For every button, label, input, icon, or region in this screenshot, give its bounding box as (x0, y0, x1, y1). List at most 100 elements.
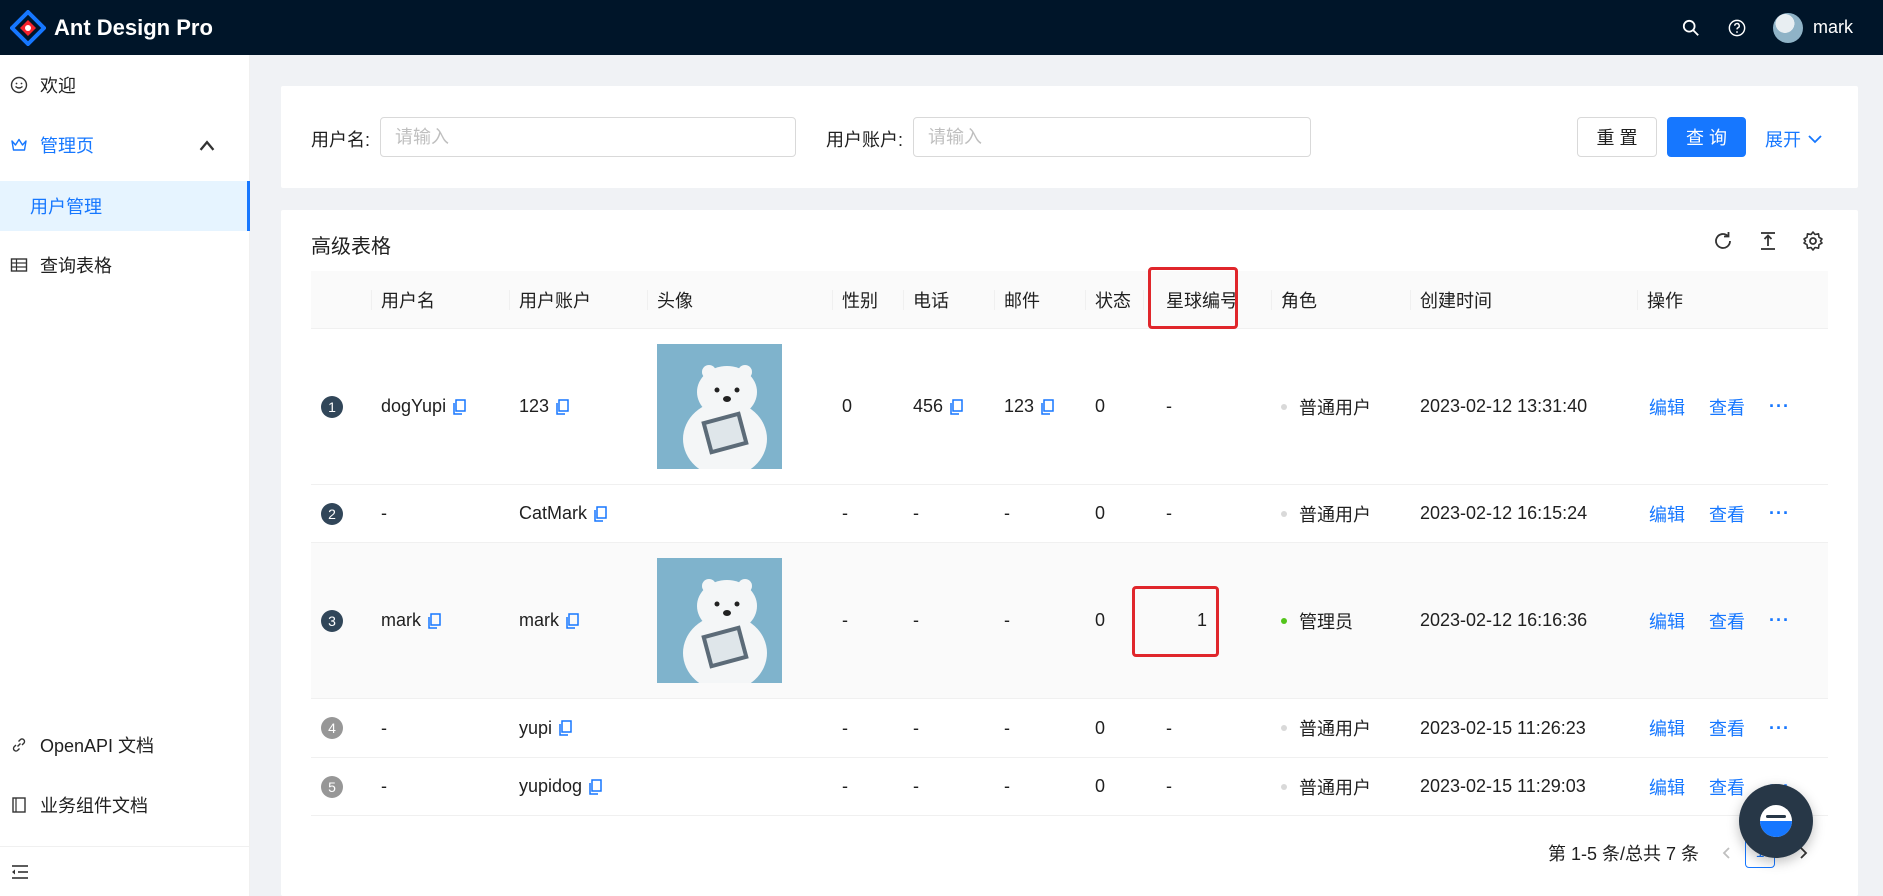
column-header[interactable]: 星球编号 (1166, 271, 1238, 329)
column-header[interactable]: 用户名 (381, 271, 435, 329)
avatar-image[interactable] (657, 344, 782, 469)
copy-icon[interactable] (427, 612, 441, 629)
view-link[interactable]: 查看 (1709, 501, 1745, 527)
sidebar-item-label: 欢迎 (40, 76, 76, 96)
sidebar-item-query-table[interactable]: 查询表格 (0, 241, 250, 289)
column-header[interactable]: 角色 (1281, 271, 1317, 329)
planet-code-cell: - (1166, 776, 1172, 796)
column-header[interactable]: 操作 (1647, 271, 1683, 329)
search-icon[interactable] (1671, 8, 1711, 48)
edit-link[interactable]: 编辑 (1649, 501, 1685, 527)
role-cell: 普通用户 (1299, 777, 1371, 798)
role-cell: 普通用户 (1299, 504, 1371, 525)
username-label: 用户名: (311, 130, 371, 150)
email-cell: 123 (1004, 396, 1035, 416)
copy-icon[interactable] (949, 398, 963, 415)
copy-icon[interactable] (1040, 398, 1054, 415)
smile-icon (10, 76, 28, 94)
assistant-icon (1760, 805, 1792, 837)
view-link[interactable]: 查看 (1709, 774, 1745, 800)
view-link[interactable]: 查看 (1709, 608, 1745, 634)
sidebar-collapse-button[interactable] (0, 846, 250, 896)
density-icon[interactable] (1755, 228, 1781, 254)
username-input[interactable] (380, 117, 796, 157)
sidebar-item-label: 管理页 (40, 136, 94, 156)
reload-icon[interactable] (1710, 228, 1736, 254)
edit-link[interactable]: 编辑 (1649, 394, 1685, 420)
logo[interactable]: Ant Design Pro (10, 9, 213, 46)
question-circle-icon[interactable] (1717, 8, 1757, 48)
copy-icon[interactable] (452, 398, 466, 415)
float-assistant-button[interactable] (1739, 784, 1813, 858)
pagination-total: 第 1-5 条/总共 7 条 (1548, 844, 1700, 864)
column-header[interactable]: 电话 (913, 271, 949, 329)
account-input[interactable] (913, 117, 1311, 157)
phone-cell: - (913, 717, 919, 738)
book-icon (12, 797, 26, 813)
table-card: 高级表格 用户名 用户账户 头像 性别 电话 邮件 状态 星球编号 角色 创建时… (281, 210, 1858, 896)
view-link[interactable]: 查看 (1709, 715, 1745, 741)
column-header[interactable]: 邮件 (1004, 271, 1040, 329)
copy-icon[interactable] (558, 720, 572, 736)
created-time-cell: 2023-02-12 16:16:36 (1420, 610, 1588, 630)
role-dot (1281, 403, 1287, 410)
user-menu[interactable]: mark (1773, 12, 1853, 43)
table-title: 高级表格 (311, 236, 391, 258)
setting-icon[interactable] (1800, 228, 1826, 254)
more-icon[interactable]: ··· (1769, 718, 1790, 739)
chevron-left-icon[interactable] (1719, 845, 1735, 861)
reset-button[interactable]: 重 置 (1577, 117, 1657, 157)
app-title: Ant Design Pro (54, 14, 213, 40)
table-row: 1 dogYupi 123 0 456 123 0 - 普通用户 2023-02… (311, 329, 1828, 485)
expand-label: 展开 (1765, 130, 1801, 150)
sidebar-item-welcome[interactable]: 欢迎 (0, 61, 250, 109)
copy-icon[interactable] (565, 612, 579, 629)
role-dot (1281, 617, 1287, 624)
edit-link[interactable]: 编辑 (1649, 774, 1685, 800)
top-header: Ant Design Pro mark (0, 0, 1883, 55)
sidebar-item-components-doc[interactable]: 业务组件文档 (0, 781, 250, 829)
user-name: mark (1813, 17, 1853, 37)
column-header[interactable]: 性别 (842, 271, 878, 329)
column-header[interactable]: 用户账户 (519, 271, 591, 329)
sidebar-item-openapi[interactable]: OpenAPI 文档 (0, 721, 250, 769)
column-header[interactable]: 头像 (657, 271, 693, 329)
edit-link[interactable]: 编辑 (1649, 715, 1685, 741)
username-cell: dogYupi (381, 396, 447, 416)
avatar-image[interactable] (657, 558, 782, 683)
crown-icon (11, 138, 27, 151)
row-index-badge: 2 (321, 502, 343, 525)
more-icon[interactable]: ··· (1769, 610, 1790, 631)
column-header[interactable]: 状态 (1095, 271, 1131, 329)
sidebar-item-admin[interactable]: 管理页 (0, 121, 250, 169)
sidebar-item-user-management[interactable]: 用户管理 (0, 181, 250, 231)
sidebar-item-label: 用户管理 (30, 197, 102, 217)
email-cell: - (1004, 776, 1010, 796)
created-time-cell: 2023-02-15 11:29:03 (1420, 776, 1586, 796)
phone-cell: - (913, 503, 919, 523)
more-icon[interactable]: ··· (1769, 503, 1790, 524)
status-cell: 0 (1095, 503, 1106, 523)
email-cell: - (1004, 503, 1010, 523)
planet-code-cell: - (1166, 717, 1172, 738)
account-cell: yupidog (519, 776, 583, 796)
account-label: 用户账户: (826, 130, 904, 150)
copy-icon[interactable] (588, 778, 602, 795)
link-icon (12, 738, 26, 752)
status-cell: 0 (1095, 717, 1106, 738)
copy-icon[interactable] (555, 398, 569, 415)
copy-icon[interactable] (593, 505, 607, 522)
view-link[interactable]: 查看 (1709, 394, 1745, 420)
edit-link[interactable]: 编辑 (1649, 608, 1685, 634)
phone-cell: 456 (913, 396, 944, 416)
gender-cell: - (842, 610, 848, 630)
column-header[interactable]: 创建时间 (1420, 271, 1492, 329)
ant-design-logo-icon (10, 9, 46, 46)
role-cell: 普通用户 (1299, 719, 1371, 739)
sidebar-item-label: 业务组件文档 (40, 796, 148, 816)
sidebar-item-label: OpenAPI 文档 (40, 736, 155, 756)
query-button[interactable]: 查 询 (1667, 117, 1746, 157)
more-icon[interactable]: ··· (1769, 396, 1790, 417)
gender-cell: 0 (842, 396, 853, 416)
expand-link[interactable]: 展开 (1765, 126, 1823, 152)
